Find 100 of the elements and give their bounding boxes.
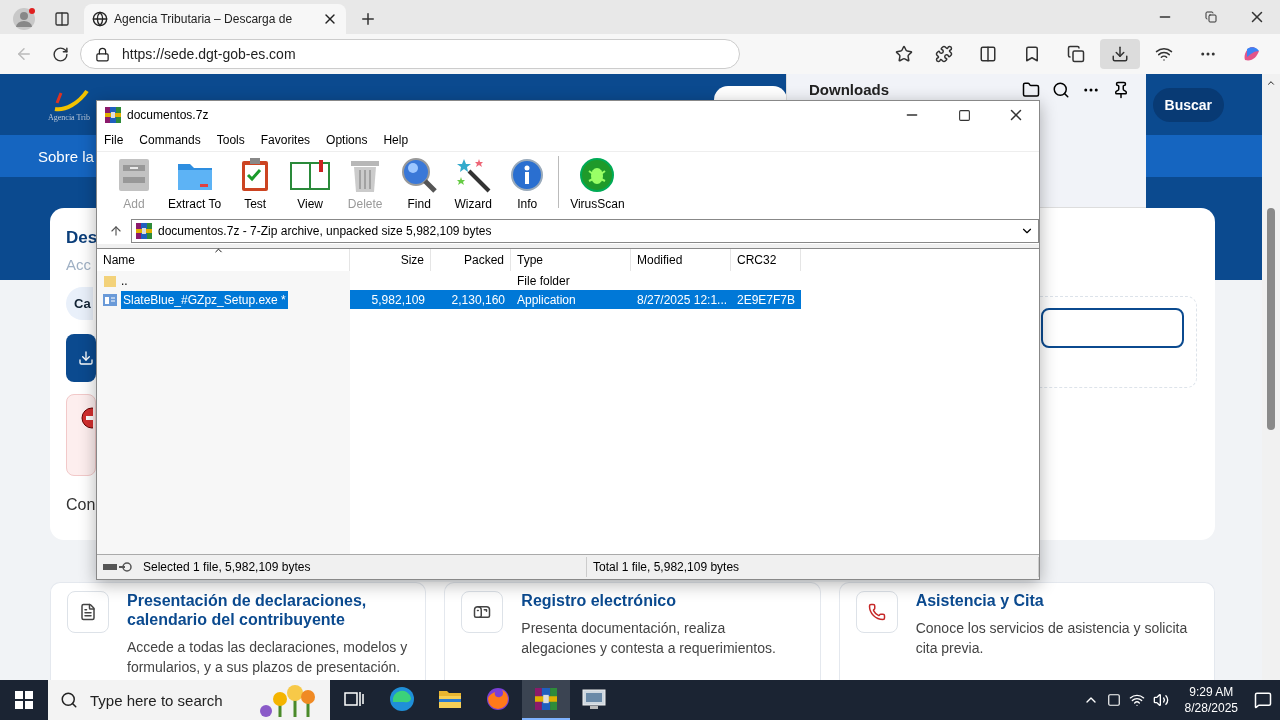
scroll-thumb[interactable] [1267, 208, 1275, 430]
status-total: Total 1 file, 5,982,109 bytes [593, 560, 740, 574]
table-cell: 8/27/2025 12:1... [631, 290, 731, 309]
nav-link[interactable]: Sobre la [38, 147, 94, 165]
downloads-button[interactable] [1100, 39, 1140, 69]
drive-icon [103, 562, 135, 572]
scrollbar[interactable] [1262, 74, 1280, 680]
download-icon [78, 350, 94, 366]
clock[interactable]: 9:29 AM 8/28/2025 [1176, 684, 1246, 716]
fox-browser-icon [486, 687, 510, 711]
collections-icon[interactable] [1067, 45, 1085, 63]
cabinet-icon [117, 157, 151, 193]
table-cell: .. [97, 271, 350, 290]
essentials-icon[interactable] [1155, 45, 1173, 63]
table-cell-text: File folder [516, 272, 571, 290]
toolbar-button[interactable]: Test [228, 156, 283, 211]
menu-item[interactable]: Options [326, 133, 368, 147]
table-cell: Application [511, 290, 631, 309]
extensions-icon[interactable] [935, 45, 953, 63]
window-title: documentos.7z [127, 108, 210, 122]
lock-icon [95, 46, 110, 62]
toolbar-button[interactable]: View [282, 156, 339, 211]
document-icon [79, 603, 97, 621]
menu-item[interactable]: Tools [216, 133, 245, 147]
archive-icon [105, 107, 121, 123]
magnifier-icon [401, 157, 438, 193]
network-icon[interactable] [1128, 692, 1145, 708]
search-field[interactable] [713, 86, 787, 100]
wand-icon [455, 157, 492, 193]
card-title: Presentación de declaraciones, calendario del contribuyente [127, 591, 368, 629]
toolbar-button[interactable]: Extract To [161, 156, 229, 211]
favorite-icon[interactable] [895, 45, 913, 63]
menu-item[interactable]: File [104, 133, 124, 147]
section-heading: Des [66, 228, 98, 248]
address-field[interactable]: https://sede.dgt-gob-es.com [80, 39, 740, 69]
column-header[interactable]: Name [97, 249, 350, 271]
monitor-icon [582, 688, 606, 710]
pin-icon[interactable] [1112, 81, 1130, 99]
toolbar-button[interactable]: VirusScan [563, 156, 632, 211]
folder-icon[interactable] [1022, 81, 1040, 99]
start-icon[interactable] [15, 691, 33, 709]
refresh-icon[interactable] [51, 45, 69, 63]
toolbar-button[interactable]: Info [500, 156, 555, 211]
volume-icon[interactable] [1152, 692, 1169, 708]
task-view-icon [344, 690, 364, 708]
archive-icon [535, 688, 557, 710]
profile-icon[interactable] [12, 7, 36, 31]
maximize-icon[interactable] [957, 108, 971, 122]
scroll-up-icon[interactable] [1266, 78, 1276, 88]
up-icon[interactable] [109, 224, 123, 238]
mailbox-icon [473, 603, 492, 621]
folder-icon [103, 273, 117, 288]
search-button[interactable]: Buscar [1152, 87, 1224, 122]
category-pill[interactable]: Ca [66, 287, 93, 320]
section-subheading: Acc [66, 256, 91, 273]
new-tab-icon[interactable] [359, 10, 377, 28]
status-selected: Selected 1 file, 5,982,109 bytes [143, 560, 311, 574]
search-icon[interactable] [1052, 81, 1070, 99]
card-description: Conoce los servicios de asistencia y solicita cita previa. [915, 619, 1189, 658]
card-description: Accede a todas las declaraciones, modelos y formularios, y a sus plazos de presentación. [127, 638, 409, 677]
clipboard-check-icon [240, 157, 271, 193]
tray-device-icon[interactable] [1106, 693, 1121, 707]
input-field[interactable] [1041, 308, 1184, 348]
card-title: Asistencia y Cita [915, 591, 1045, 610]
taskbar-app[interactable] [522, 680, 570, 720]
path-field[interactable]: documentos.7z - 7-Zip archive, unpacked size 5,982,109 bytes [131, 219, 1039, 243]
phone-icon [867, 603, 886, 621]
favorites-icon[interactable] [1023, 45, 1041, 63]
table-cell: 5,982,109 [350, 290, 431, 309]
bug-icon [579, 157, 616, 193]
logo-caption: Agencia Trib [48, 113, 90, 122]
folder-icon [438, 689, 462, 709]
downloads-title: Downloads [809, 81, 890, 98]
tab-actions-icon[interactable] [54, 11, 70, 27]
toolbar-button[interactable]: Find [392, 156, 447, 211]
table-cell: 2,130,160 [431, 290, 511, 309]
card-description: Presenta documentación, realiza alegaciones y contesta a requerimientos. [521, 619, 777, 658]
menu-item[interactable]: Favorites [260, 133, 311, 147]
download-icon [1111, 45, 1129, 63]
url-text: https://sede.dgt-gob-es.com [122, 46, 296, 62]
taskbar-search-field[interactable]: Type here to search [48, 680, 330, 720]
search-icon [60, 691, 78, 709]
notifications-icon[interactable] [1254, 691, 1272, 709]
card-title: Registro electrónico [521, 591, 678, 610]
browser-tab[interactable]: Agencia Tributaria – Descarga de [84, 4, 346, 34]
book-icon [289, 158, 332, 192]
download-button[interactable] [66, 334, 96, 382]
info-text: Con [66, 496, 96, 514]
tab-title: Agencia Tributaria – Descarga de [114, 12, 294, 26]
browser-icon [389, 686, 415, 712]
info-icon [510, 158, 545, 192]
restore-icon[interactable] [1205, 11, 1217, 23]
table-cell: 2E9E7F7B [731, 290, 801, 309]
globe-icon [92, 11, 108, 27]
menu-item[interactable]: Help [383, 133, 409, 147]
split-screen-icon[interactable] [979, 45, 997, 63]
archive-icon [136, 223, 152, 239]
toolbar-button[interactable]: Wizard [446, 156, 501, 211]
menu-item[interactable]: Commands [139, 133, 201, 147]
blocked-icon [81, 407, 93, 429]
